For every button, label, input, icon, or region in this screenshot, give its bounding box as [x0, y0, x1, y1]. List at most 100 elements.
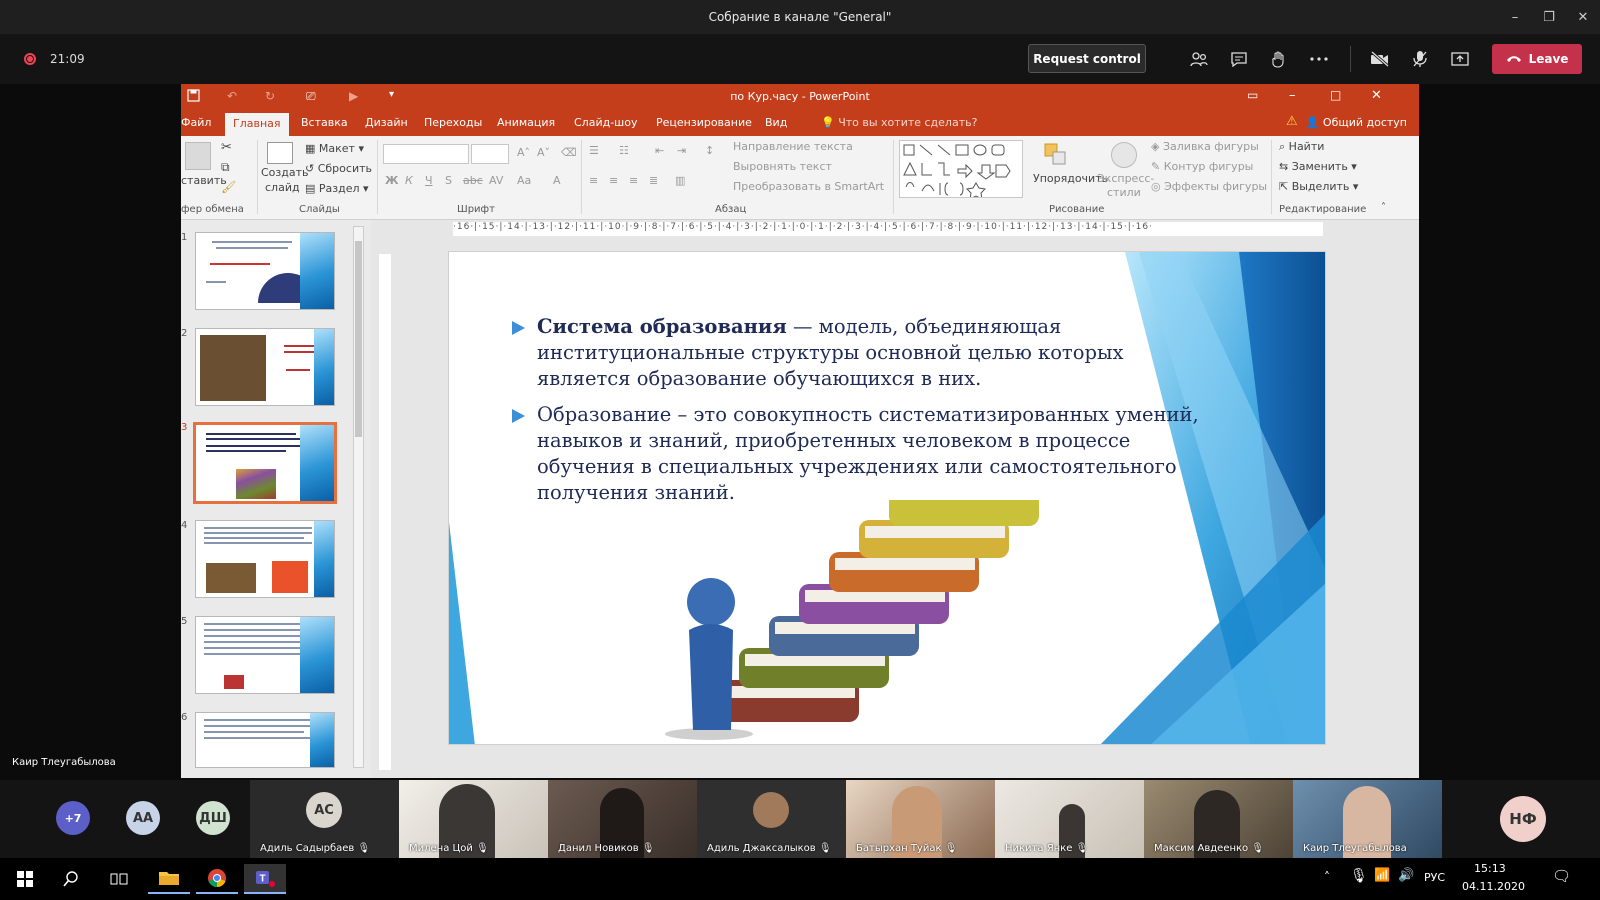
clear-format-icon[interactable]: ⌫: [561, 146, 577, 159]
slide-thumbnail-1[interactable]: [195, 232, 335, 310]
participant-video-tile[interactable]: Данил Новиков 🎙: [548, 780, 697, 858]
participant-avatar-nf[interactable]: НФ: [1500, 796, 1546, 842]
font-size-input[interactable]: [471, 144, 509, 164]
find-button[interactable]: ⌕ Найти: [1279, 140, 1324, 154]
section-button[interactable]: ▤ Раздел ▾: [305, 182, 369, 195]
more-icon[interactable]: [1306, 46, 1332, 72]
close-icon[interactable]: ✕: [1566, 0, 1600, 34]
new-slide-label-1[interactable]: Создать: [261, 166, 309, 179]
chrome-icon[interactable]: [196, 864, 238, 894]
shrink-font-icon[interactable]: A˅: [537, 146, 550, 159]
ribbon-display-icon[interactable]: ▭: [1247, 88, 1258, 102]
char-spacing-icon[interactable]: AV: [489, 174, 503, 187]
bullets-icon[interactable]: ☰: [589, 144, 599, 157]
task-view-icon[interactable]: [98, 864, 140, 894]
grow-font-icon[interactable]: A˄: [517, 146, 530, 159]
arrange-icon[interactable]: [1043, 142, 1067, 166]
participant-video-tile[interactable]: Милена Цой 🎙: [399, 780, 548, 858]
windows-start-icon[interactable]: [4, 864, 46, 894]
replace-button[interactable]: ⇆ Заменить ▾: [1279, 160, 1357, 173]
tab-animations[interactable]: Анимация: [497, 116, 555, 129]
bold-icon[interactable]: Ж: [385, 174, 398, 187]
clock-date[interactable]: 04.11.2020: [1462, 880, 1525, 893]
numbering-icon[interactable]: ☷: [619, 144, 629, 157]
teams-icon[interactable]: T: [244, 864, 286, 894]
cut-icon[interactable]: ✂: [221, 140, 232, 155]
input-language[interactable]: РУС: [1424, 871, 1445, 884]
restore-icon[interactable]: ❐: [1532, 0, 1566, 34]
align-center-icon[interactable]: ≡: [609, 174, 618, 187]
tell-me-search[interactable]: 💡 Что вы хотите сделать?: [821, 116, 977, 129]
volume-icon[interactable]: 🔊: [1398, 868, 1414, 883]
tab-transitions[interactable]: Переходы: [424, 116, 482, 129]
align-text-button[interactable]: Выровнять текст: [733, 160, 832, 173]
wifi-icon[interactable]: 📶: [1374, 868, 1390, 883]
shadow-icon[interactable]: S: [445, 174, 452, 187]
participant-tile[interactable]: АС Адиль Садырбаев 🎙: [250, 780, 399, 858]
participant-tile[interactable]: Адиль Джаксалыков 🎙: [697, 780, 846, 858]
slide-thumbnail-4[interactable]: [195, 520, 335, 598]
clock-time[interactable]: 15:13: [1474, 862, 1506, 875]
participants-icon[interactable]: [1186, 46, 1212, 72]
increase-indent-icon[interactable]: ⇥: [677, 144, 686, 157]
participant-avatar-dsh[interactable]: ДШ: [196, 801, 230, 835]
change-case-icon[interactable]: Aa: [517, 174, 531, 187]
chat-icon[interactable]: [1226, 46, 1252, 72]
ppt-maximize-icon[interactable]: □: [1330, 88, 1341, 102]
paste-button[interactable]: ставить: [181, 174, 227, 187]
share-icon[interactable]: [1447, 46, 1473, 72]
tab-view[interactable]: Вид: [765, 116, 787, 129]
font-color-icon[interactable]: A: [553, 174, 561, 187]
decrease-indent-icon[interactable]: ⇤: [655, 144, 664, 157]
tab-slideshow[interactable]: Слайд-шоу: [574, 116, 637, 129]
quick-styles-label-1[interactable]: Экспресс-: [1097, 172, 1154, 185]
participant-video-tile[interactable]: Каир Тлеугабылова: [1293, 780, 1442, 858]
current-slide[interactable]: Система образования — модель, объединяющ…: [448, 251, 1326, 745]
tray-mic-icon[interactable]: 🎙: [1350, 868, 1368, 884]
tab-insert[interactable]: Вставка: [301, 116, 348, 129]
tab-home[interactable]: Главная: [225, 113, 289, 136]
new-slide-icon[interactable]: [267, 142, 293, 164]
slide-thumbnail-5[interactable]: [195, 616, 335, 694]
slide-thumbnail-2[interactable]: [195, 328, 335, 406]
warning-icon[interactable]: ⚠: [1286, 114, 1298, 129]
shape-fill-button[interactable]: ◈ Заливка фигуры: [1151, 140, 1259, 153]
justify-icon[interactable]: ≣: [649, 174, 658, 187]
search-icon[interactable]: [50, 864, 92, 894]
text-direction-button[interactable]: Направление текста: [733, 140, 853, 153]
align-right-icon[interactable]: ≡: [629, 174, 638, 187]
copy-icon[interactable]: ⧉: [221, 160, 230, 175]
italic-icon[interactable]: К: [405, 174, 413, 187]
raise-hand-icon[interactable]: [1266, 46, 1292, 72]
align-left-icon[interactable]: ≡: [589, 174, 598, 187]
select-button[interactable]: ⇱ Выделить ▾: [1279, 180, 1358, 193]
participant-video-tile[interactable]: Батырхан Туйак 🎙: [846, 780, 995, 858]
request-control-button[interactable]: Request control: [1028, 44, 1146, 73]
shape-effects-button[interactable]: ◎ Эффекты фигуры: [1151, 180, 1267, 193]
font-name-input[interactable]: [383, 144, 469, 164]
tab-review[interactable]: Рецензирование: [656, 116, 752, 129]
quick-styles-icon[interactable]: [1111, 142, 1137, 168]
layout-button[interactable]: ▦ Макет ▾: [305, 142, 364, 155]
quick-styles-label-2[interactable]: стили: [1107, 186, 1141, 199]
camera-off-icon[interactable]: [1367, 46, 1393, 72]
participant-video-tile[interactable]: Никита Янке 🎙: [995, 780, 1144, 858]
leave-button[interactable]: Leave: [1492, 44, 1582, 74]
slide-thumbnail-6[interactable]: [195, 712, 335, 768]
new-slide-label-2[interactable]: слайд: [265, 181, 300, 194]
line-spacing-icon[interactable]: ↕: [705, 144, 714, 157]
paste-icon[interactable]: [185, 142, 211, 170]
shape-outline-button[interactable]: ✎ Контур фигуры: [1151, 160, 1253, 173]
tab-design[interactable]: Дизайн: [365, 116, 408, 129]
mic-icon[interactable]: [1407, 46, 1433, 72]
ppt-minimize-icon[interactable]: –: [1289, 88, 1296, 103]
slide-thumbnail-3[interactable]: [193, 422, 337, 504]
participant-video-tile[interactable]: Максим Авдеенко 🎙: [1144, 780, 1293, 858]
reset-button[interactable]: ↺ Сбросить: [305, 162, 372, 175]
tab-file[interactable]: Файл: [181, 116, 211, 129]
underline-icon[interactable]: Ч: [425, 174, 433, 187]
strikethrough-icon[interactable]: abc: [463, 174, 483, 187]
convert-smartart-button[interactable]: Преобразовать в SmartArt: [733, 180, 884, 193]
more-participants-badge[interactable]: +7: [56, 801, 90, 835]
ppt-close-icon[interactable]: ✕: [1371, 88, 1382, 103]
